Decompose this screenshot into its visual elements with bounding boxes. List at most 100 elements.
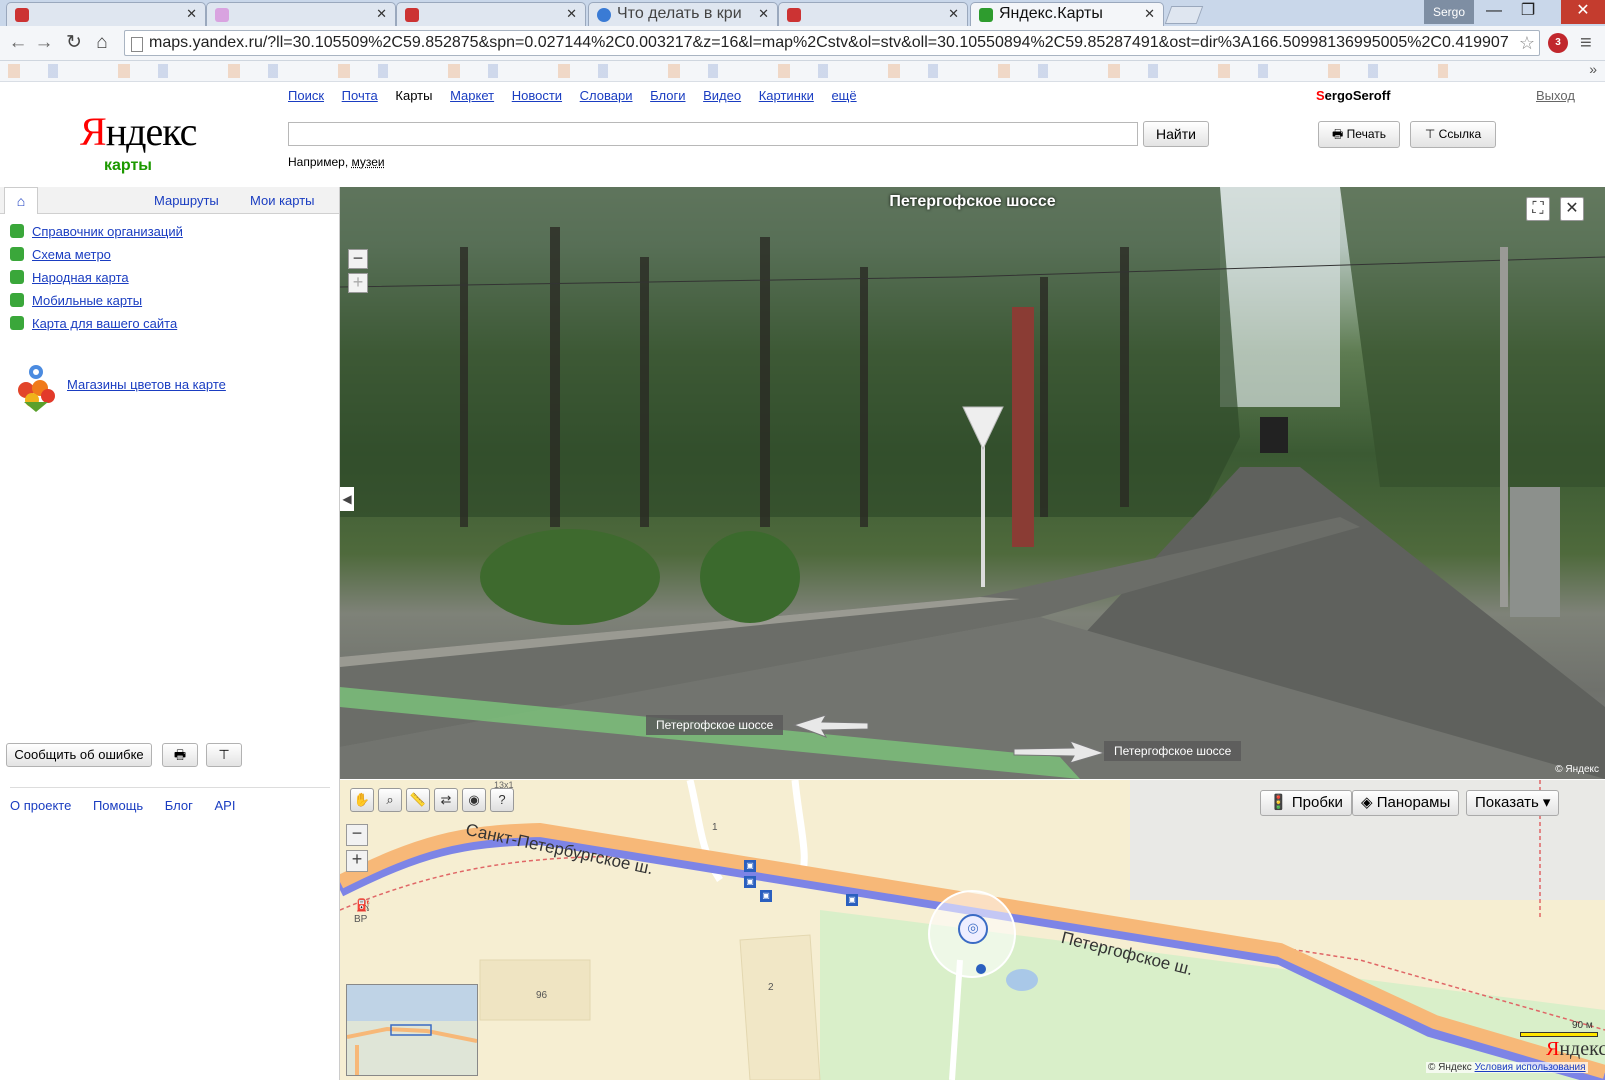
footer-blog[interactable]: Блог — [165, 798, 193, 813]
traffic-button[interactable]: 🚦 Пробки — [1260, 790, 1352, 816]
profile-badge[interactable]: Sergo — [1424, 0, 1474, 24]
footer-api[interactable]: API — [215, 798, 236, 813]
tab-my-maps[interactable]: Мои карты — [250, 193, 315, 208]
logout-link[interactable]: Выход — [1536, 88, 1575, 103]
browser-menu-icon[interactable]: ≡ — [1580, 32, 1592, 55]
pano-arrow-left-icon[interactable] — [792, 713, 872, 739]
service-video[interactable]: Видео — [703, 88, 741, 103]
gas-station-icon[interactable]: ⛽ — [356, 898, 371, 912]
user-name[interactable]: SergoSeroff — [1316, 88, 1390, 103]
sidebar-item-site-map[interactable]: Карта для вашего сайта — [10, 316, 177, 336]
yandex-logo[interactable]: Яндекс — [80, 108, 197, 155]
service-dictionaries[interactable]: Словари — [580, 88, 633, 103]
browser-tab-1[interactable]: ✕ — [6, 2, 206, 26]
browser-tab-yandex-maps[interactable]: Яндекс.Карты ✕ — [970, 2, 1164, 26]
pano-zoom-in-icon[interactable]: + — [348, 273, 368, 293]
bus-stop-icon[interactable]: ▣ — [744, 876, 756, 888]
window-close-icon[interactable]: ✕ — [1561, 0, 1605, 24]
hint-example-link[interactable]: музеи — [352, 155, 385, 169]
new-tab-button[interactable] — [1164, 6, 1204, 24]
browser-tab-4[interactable]: Что делать в кри ✕ — [588, 2, 778, 26]
bookmarks-bar: » — [0, 61, 1605, 82]
scale-bar — [1520, 1032, 1598, 1037]
search-button[interactable]: Найти — [1143, 121, 1209, 147]
browser-tab-5[interactable]: ✕ — [778, 2, 968, 26]
directory-icon — [10, 224, 24, 238]
search-input[interactable] — [288, 122, 1138, 146]
collapse-panel-icon[interactable]: ◀ — [340, 487, 354, 511]
overview-minimap[interactable] — [346, 984, 478, 1076]
panorama-position-marker[interactable]: ◎ — [928, 890, 1016, 978]
print-button[interactable]: 🖶 Печать — [1318, 121, 1400, 148]
link-button[interactable]: ⊤ Ссылка — [1410, 121, 1496, 148]
tab-close-icon[interactable]: ✕ — [376, 6, 387, 22]
tab-close-icon[interactable]: ✕ — [566, 6, 577, 22]
pano-zoom-out-icon[interactable]: − — [348, 249, 368, 269]
browser-tab-2[interactable]: ✕ — [206, 2, 396, 26]
service-blogs[interactable]: Блоги — [650, 88, 685, 103]
show-layers-button[interactable]: Показать ▾ — [1466, 790, 1560, 816]
browser-tab-3[interactable]: ✕ — [396, 2, 586, 26]
ruler-icon[interactable]: 📏 — [406, 788, 430, 812]
minimap-image — [347, 985, 477, 1075]
gas-station-label: ВР — [354, 914, 368, 925]
reload-icon[interactable]: ↻ — [62, 31, 86, 55]
tab-close-icon[interactable]: ✕ — [186, 6, 197, 22]
pano-arrow-right-icon[interactable] — [1010, 739, 1106, 765]
sidebar-item-metro[interactable]: Схема метро — [10, 247, 111, 267]
tab-close-icon[interactable]: ✕ — [948, 6, 959, 22]
minimize-icon[interactable]: — — [1476, 0, 1512, 24]
sidebar-print-icon[interactable]: 🖶 — [162, 743, 198, 767]
magnifier-zoom-icon[interactable]: ⌕ — [378, 788, 402, 812]
flowers-promo-link[interactable]: Магазины цветов на карте — [67, 377, 226, 392]
position-dot — [976, 964, 986, 974]
pano-road-label-left: Петергофское шоссе — [646, 715, 784, 735]
services-nav: Поиск Почта Карты Маркет Новости Словари… — [288, 88, 871, 103]
panorama-mode-icon[interactable]: ◉ — [462, 788, 486, 812]
back-icon[interactable]: ← — [6, 31, 30, 55]
bus-stop-icon[interactable]: ▣ — [760, 890, 772, 902]
service-market[interactable]: Маркет — [450, 88, 494, 103]
tab-routes[interactable]: Маршруты — [154, 193, 219, 208]
panorama-viewer[interactable]: Петергофское шоссе − + ⛶ ✕ ◀ Петергофско… — [340, 187, 1605, 779]
bookmarks-overflow-icon[interactable]: » — [1589, 61, 1597, 77]
bus-stop-icon[interactable]: ▣ — [846, 894, 858, 906]
address-bar[interactable]: maps.yandex.ru/?ll=30.105509%2C59.852875… — [124, 30, 1540, 56]
hand-drag-icon[interactable]: ✋ — [350, 788, 374, 812]
panorama-image — [340, 187, 1605, 779]
panoramas-button[interactable]: ◈ Панорамы — [1352, 790, 1460, 816]
pano-close-icon[interactable]: ✕ — [1560, 197, 1584, 221]
tab-close-icon[interactable]: ✕ — [1144, 6, 1155, 22]
tab-close-icon[interactable]: ✕ — [758, 6, 769, 22]
footer-about[interactable]: О проекте — [10, 798, 71, 813]
fullscreen-icon[interactable]: ⛶ — [1526, 197, 1550, 221]
service-search[interactable]: Поиск — [288, 88, 324, 103]
footer-help[interactable]: Помощь — [93, 798, 143, 813]
map-zoom-in-icon[interactable]: + — [346, 850, 368, 872]
service-news[interactable]: Новости — [512, 88, 562, 103]
service-mail[interactable]: Почта — [342, 88, 378, 103]
house-number-1: 1 — [712, 822, 718, 833]
terms-link[interactable]: Условия использования — [1475, 1062, 1586, 1073]
panorama-icon: ◈ — [1361, 794, 1373, 811]
home-icon[interactable]: ⌂ — [90, 31, 114, 55]
bookmark-star-icon[interactable]: ☆ — [1519, 31, 1535, 55]
sidebar-link-icon[interactable]: ⊤ — [206, 743, 242, 767]
left-panel: ⌂ Маршруты Мои карты Справочник организа… — [0, 187, 340, 1080]
maximize-icon[interactable]: ❐ — [1510, 0, 1546, 24]
forward-icon[interactable]: → — [32, 31, 56, 55]
extension-icon[interactable]: 3 — [1548, 33, 1568, 53]
sidebar-item-mobile-maps[interactable]: Мобильные карты — [10, 293, 142, 313]
route-icon[interactable]: ⇄ — [434, 788, 458, 812]
info-pointer-icon[interactable]: ? — [490, 788, 514, 812]
service-more[interactable]: ещё — [831, 88, 856, 103]
service-images[interactable]: Картинки — [759, 88, 814, 103]
report-error-button[interactable]: Сообщить об ошибке — [6, 743, 152, 767]
home-tab-icon[interactable]: ⌂ — [4, 187, 38, 214]
sidebar-item-directory[interactable]: Справочник организаций — [10, 224, 183, 244]
tab-favicon-icon — [979, 8, 993, 22]
map-zoom-out-icon[interactable]: − — [346, 824, 368, 846]
sidebar-item-people-map[interactable]: Народная карта — [10, 270, 129, 290]
map-view[interactable]: ✋ ⌕ 📏 ⇄ ◉? 13x1 − + 🚦 Пробки ◈ Панорамы Пока… — [340, 780, 1605, 1080]
bus-stop-icon[interactable]: ▣ — [744, 860, 756, 872]
